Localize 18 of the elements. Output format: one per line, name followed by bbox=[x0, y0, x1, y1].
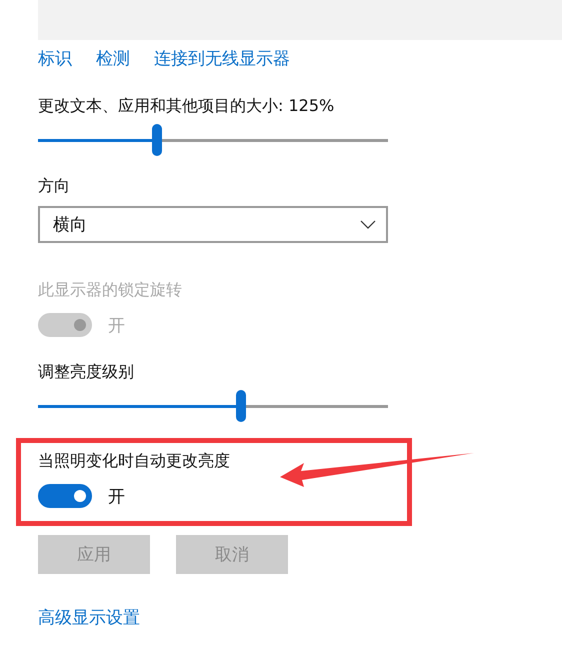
orientation-dropdown[interactable]: 横向 bbox=[38, 206, 388, 243]
brightness-slider[interactable] bbox=[38, 390, 388, 422]
link[interactable]: 标识 bbox=[38, 47, 72, 71]
slider-thumb[interactable] bbox=[236, 390, 246, 422]
chevron-down-icon bbox=[360, 220, 376, 229]
setting-label: 更改文本、应用和其他项目的大小: 125% bbox=[38, 95, 336, 117]
slider-thumb[interactable] bbox=[152, 124, 162, 156]
toggle-state: 开 bbox=[108, 314, 125, 336]
advanced-settings-link[interactable]: 高级显示设置 bbox=[38, 606, 140, 630]
scale-slider[interactable] bbox=[38, 124, 388, 156]
setting-label: 此显示器的锁定旋转 bbox=[38, 279, 183, 301]
toggle-switch[interactable] bbox=[38, 484, 92, 508]
toggle-state: 开 bbox=[108, 486, 125, 508]
setting-label: 当照明变化时自动更改亮度 bbox=[38, 450, 231, 472]
link[interactable]: 检测 bbox=[96, 47, 130, 71]
setting-label: 调整亮度级别 bbox=[38, 361, 135, 383]
setting-label: 方向 bbox=[38, 175, 71, 197]
link[interactable]: 连接到无线显示器 bbox=[154, 47, 290, 71]
